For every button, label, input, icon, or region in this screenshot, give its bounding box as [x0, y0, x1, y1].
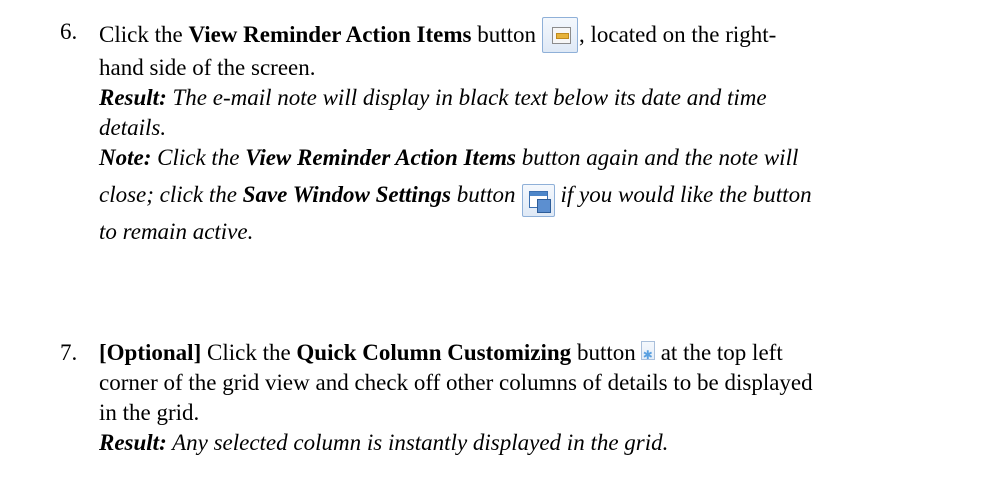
step-number: 6.: [60, 19, 78, 44]
result-label: Result:: [99, 85, 167, 110]
instruction-line: hand side of the screen.: [99, 55, 316, 80]
instruction-line: in the grid.: [99, 400, 200, 425]
note-line: to remain active.: [99, 219, 254, 244]
step-body: Click the View Reminder Action Items but…: [99, 17, 965, 247]
note-line: Note: Click the View Reminder Action Ite…: [99, 145, 799, 170]
result-line: Result: The e-mail note will display in …: [99, 85, 767, 110]
step-body: [Optional] Click the Quick Column Custom…: [99, 338, 965, 458]
step-6: 6. Click the View Reminder Action Items …: [60, 17, 965, 247]
step-number: 7.: [60, 340, 78, 365]
step-7: 7. [Optional] Click the Quick Column Cus…: [60, 338, 965, 458]
button-name: View Reminder Action Items: [188, 22, 472, 47]
result-line: Result: Any selected column is instantly…: [99, 430, 669, 455]
button-name: Quick Column Customizing: [296, 340, 572, 365]
result-line: details.: [99, 115, 167, 140]
instruction-line: corner of the grid view and check off ot…: [99, 370, 813, 395]
instruction-line: [Optional] Click the Quick Column Custom…: [99, 340, 783, 365]
quick-column-customizing-icon: ✱: [640, 341, 655, 362]
instruction-line: Click the View Reminder Action Items but…: [99, 17, 965, 53]
optional-label: [Optional]: [99, 340, 202, 365]
note-label: Note:: [99, 145, 152, 170]
result-label: Result:: [99, 430, 167, 455]
save-window-settings-icon: [521, 184, 555, 217]
note-line: close; click the Save Window Settings bu…: [99, 173, 965, 217]
view-reminder-action-items-icon: [541, 17, 578, 53]
